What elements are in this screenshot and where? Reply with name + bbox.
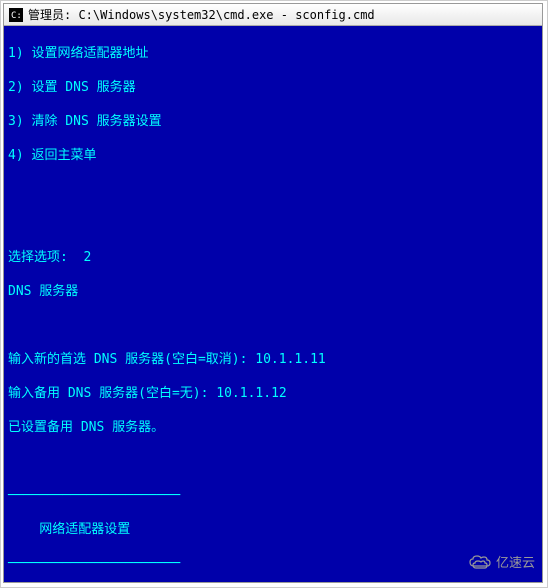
section-title: 网络适配器设置 [8, 521, 538, 538]
alternate-dns-prompt: 输入备用 DNS 服务器(空白=无): 10.1.1.12 [8, 385, 538, 402]
watermark-text: 亿速云 [496, 552, 535, 571]
divider: ────────────────────── [8, 487, 538, 504]
preferred-dns-prompt: 输入新的首选 DNS 服务器(空白=取消): 10.1.1.11 [8, 351, 538, 368]
svg-text:C:: C: [11, 11, 22, 21]
blank-line [8, 181, 538, 198]
cmd-window: C: 管理员: C:\Windows\system32\cmd.exe - sc… [3, 3, 543, 583]
menu-item: 1) 设置网络适配器地址 [8, 45, 538, 62]
menu-item: 2) 设置 DNS 服务器 [8, 79, 538, 96]
blank-line [8, 215, 538, 232]
dns-server-label: DNS 服务器 [8, 283, 538, 300]
watermark: 亿速云 [468, 552, 535, 571]
alternate-dns-set-msg: 已设置备用 DNS 服务器。 [8, 419, 538, 436]
menu-item: 4) 返回主菜单 [8, 147, 538, 164]
select-option-label: 选择选项: [8, 250, 76, 265]
select-option-value: 2 [83, 250, 91, 265]
divider: ────────────────────── [8, 555, 538, 572]
menu-item: 3) 清除 DNS 服务器设置 [8, 113, 538, 130]
titlebar[interactable]: C: 管理员: C:\Windows\system32\cmd.exe - sc… [4, 4, 542, 26]
cloud-icon [468, 554, 492, 570]
select-option-line: 选择选项: 2 [8, 249, 538, 266]
blank-line [8, 453, 538, 470]
titlebar-text: 管理员: C:\Windows\system32\cmd.exe - sconf… [28, 6, 375, 23]
blank-line [8, 317, 538, 334]
terminal-output[interactable]: 1) 设置网络适配器地址 2) 设置 DNS 服务器 3) 清除 DNS 服务器… [4, 26, 542, 582]
cmd-icon: C: [8, 7, 24, 23]
